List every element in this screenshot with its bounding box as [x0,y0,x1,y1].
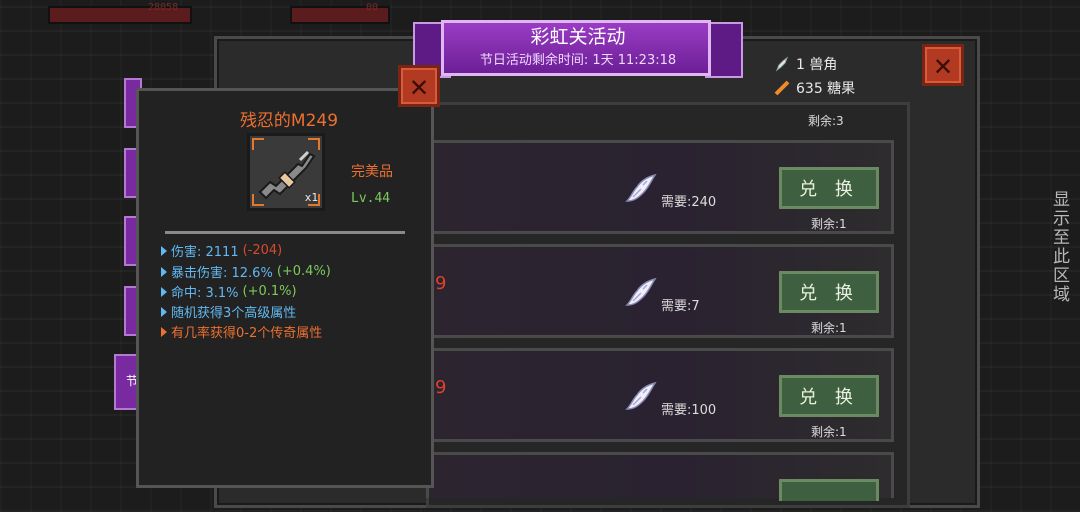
item-name: 残忍的M249 [239,111,339,131]
attribute-label: 有几率获得0-2个传奇属性 [171,326,323,341]
attribute-delta: (-204) [242,243,283,258]
event-title: 彩虹关活动 [530,26,626,48]
first-item-remaining: 剩余:3 [808,114,844,128]
horn-count: 1 兽角 [796,57,838,73]
item-quantity: x1 [304,191,318,204]
horn-icon [775,56,789,72]
close-icon: ✕ [409,68,429,104]
bullet-icon [161,306,167,317]
trade-cost: 需要:7 [661,299,700,314]
attribute-label: 暴击伤害: 12.6% [171,266,273,281]
trade-partial-number: 9 [435,273,447,294]
attribute-row: 命中: 3.1% (+0.1%) [161,282,297,301]
item-detail-panel: 残忍的M249 x1 完美品 Lv.44 伤害: 2111 (-204) 暴击伤… [136,88,434,488]
attribute-label: 命中: 3.1% [171,286,239,301]
currency-candy: 635 糖果 [774,78,855,98]
trade-card: 9 需要:7 兑 换 剩余:1 [426,244,894,338]
bullet-icon [161,245,167,256]
trade-remaining: 剩余:1 [811,217,847,231]
attribute-row-legendary: 有几率获得0-2个传奇属性 [161,322,322,341]
candy-count: 635 糖果 [796,81,856,97]
display-area-hint: 显示至此区域 [1049,190,1069,304]
trade-cost: 需要:100 [661,403,717,418]
close-icon: ✕ [933,47,953,83]
trade-cost: 需要:240 [661,195,717,210]
exchange-button[interactable] [779,479,879,501]
event-title-banner: 彩虹关活动 节日活动剩余时间: 1天 11:23:18 [413,14,743,78]
item-quality: 完美品 [351,164,393,180]
trade-card-partial [426,452,894,501]
trade-partial-number: 9 [435,377,447,398]
item-close-button[interactable]: ✕ [398,65,440,107]
trade-card: 9 需要:100 兑 换 剩余:1 [426,348,894,442]
attribute-delta: (+0.4%) [276,264,331,279]
hud-mid-number: 00 [366,2,379,13]
exchange-button[interactable]: 兑 换 [779,375,879,417]
divider [165,231,405,234]
horn-icon [625,277,657,306]
attribute-row: 暴击伤害: 12.6% (+0.4%) [161,262,331,281]
candy-icon [774,80,790,96]
horn-icon [625,381,657,410]
attribute-delta: (+0.1%) [242,284,297,299]
attribute-row: 随机获得3个高级属性 [161,302,296,321]
item-icon-frame: x1 [247,133,325,211]
event-countdown: 节日活动剩余时间: 1天 11:23:18 [479,53,677,68]
exchange-button[interactable]: 兑 换 [779,167,879,209]
hud-left-number: 28058 [148,2,179,13]
trade-card: 需要:240 兑 换 剩余:1 [426,140,894,234]
trade-remaining: 剩余:1 [811,425,847,439]
item-level: Lv.44 [351,191,391,206]
shop-close-button[interactable]: ✕ [922,44,964,86]
exchange-button[interactable]: 兑 换 [779,271,879,313]
bullet-icon [161,266,167,277]
attribute-label: 随机获得3个高级属性 [171,306,297,321]
attribute-row: 伤害: 2111 (-204) [161,241,282,260]
attribute-label: 伤害: 2111 [171,245,239,260]
trade-remaining: 剩余:1 [811,321,847,335]
bullet-icon [161,326,167,337]
horn-icon [625,173,657,202]
currency-horn: 1 兽角 [774,54,837,74]
bullet-icon [161,286,167,297]
